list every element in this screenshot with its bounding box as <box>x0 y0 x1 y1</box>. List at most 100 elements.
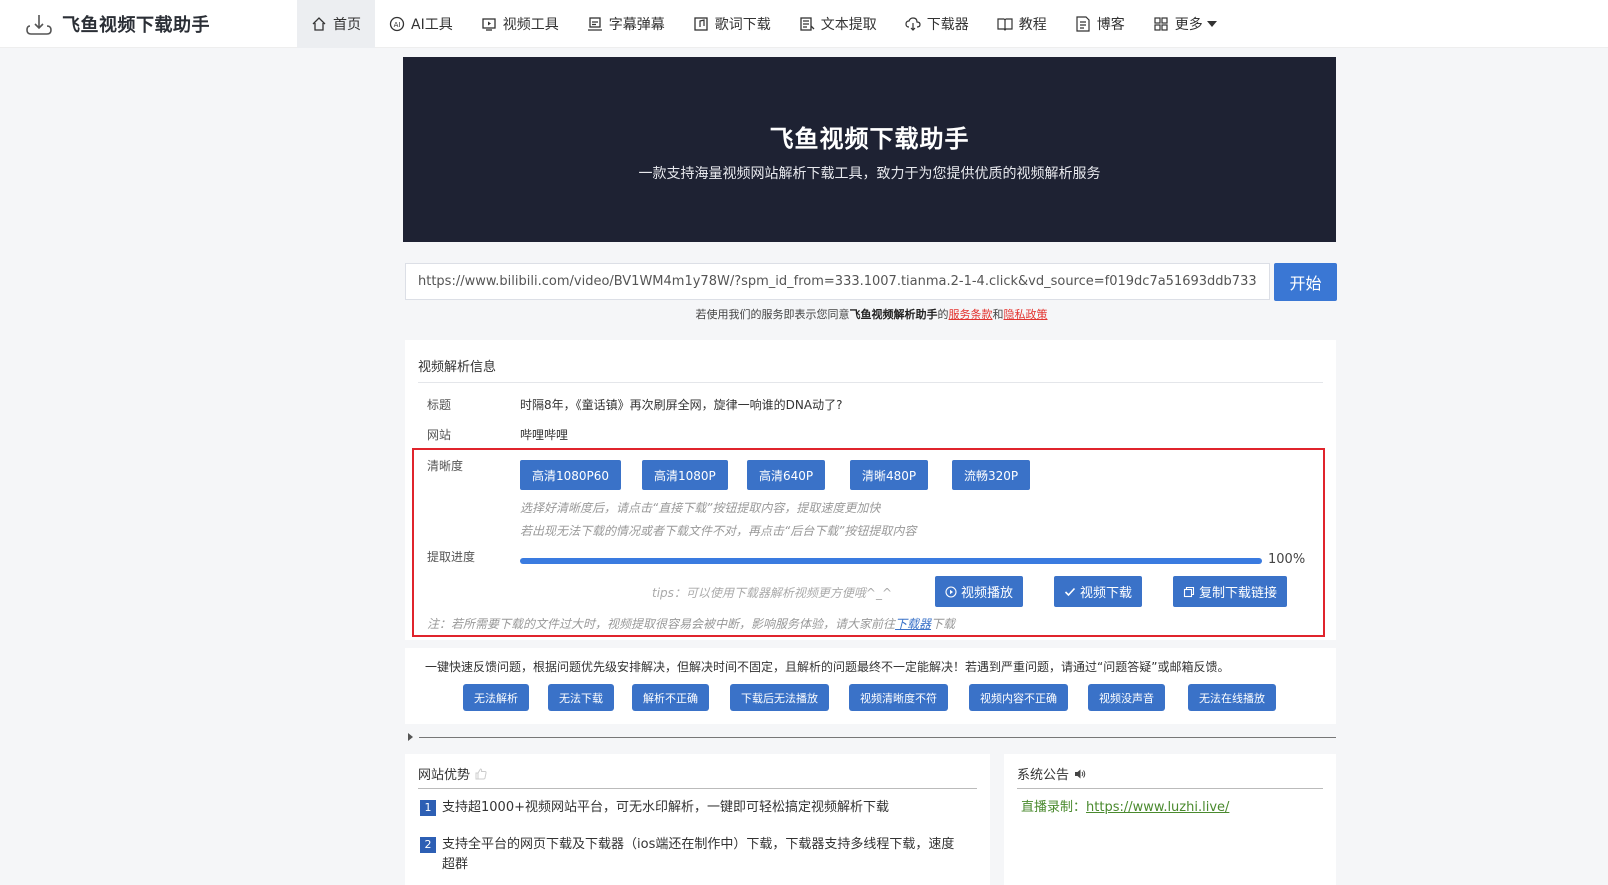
feedback-section: 一键快速反馈问题，根据问题优先级安排解决，但解决时间不固定，且解析的问题最终不一… <box>405 648 1336 724</box>
terms-and: 和 <box>992 308 1004 321</box>
thumbs-up-icon <box>475 767 487 779</box>
check-icon <box>1064 587 1076 596</box>
brand-logo[interactable]: 飞鱼视频下载助手 <box>26 11 210 37</box>
announcement-card: 系统公告 直播录制：https://www.luzhi.live/ <box>1004 754 1336 885</box>
announcement-title-text: 系统公告 <box>1017 768 1070 783</box>
terms-of-service-link[interactable]: 服务条款 <box>949 308 993 321</box>
list-item: 2 支持全平台的网页下载及下载器（ios端还在制作中）下载，下载器支持多线程下载… <box>420 835 960 875</box>
nav-label: 字幕弹幕 <box>608 17 665 33</box>
nav-item-tutorial[interactable]: 教程 <box>983 0 1061 48</box>
section-divider <box>419 737 1336 738</box>
blog-icon <box>1076 16 1090 32</box>
feedback-no-sound[interactable]: 视频没声音 <box>1088 684 1165 711</box>
subtitle-icon <box>587 17 602 31</box>
hero-banner: 飞鱼视频下载助手 一款支持海量视频网站解析下载工具，致力于为您提供优质的视频解析… <box>403 57 1336 242</box>
download-cloud-icon <box>26 15 52 35</box>
list-item-text: 支持全平台的网页下载及下载器（ios端还在制作中）下载，下载器支持多线程下载，速… <box>442 837 955 872</box>
note-suffix: 下载 <box>931 617 956 631</box>
list-item: 1 支持超1000+视频网站平台，可无水印解析，一键即可轻松搞定视频解析下载 <box>420 798 980 818</box>
advantages-title-text: 网站优势 <box>418 768 471 783</box>
copy-icon <box>1183 586 1195 597</box>
top-navbar: 飞鱼视频下载助手 首页 AI AI工具 视频工具 字幕弹幕 歌词下载 文本提取 <box>0 0 1608 48</box>
nav-item-text-extract[interactable]: 文本提取 <box>785 0 891 48</box>
feedback-quality-mismatch[interactable]: 视频清晰度不符 <box>849 684 948 711</box>
main-nav: 首页 AI AI工具 视频工具 字幕弹幕 歌词下载 文本提取 下载器 教程 博客… <box>297 0 1231 48</box>
brand-name: 飞鱼视频下载助手 <box>62 15 210 36</box>
terms-notice: 若使用我们的服务即表示您同意飞鱼视频解析助手的服务条款和隐私政策 <box>405 306 1338 322</box>
nav-item-ai-tools[interactable]: AI AI工具 <box>375 0 467 48</box>
nav-label: 下载器 <box>926 17 969 33</box>
hero-title: 飞鱼视频下载助手 <box>769 125 970 153</box>
url-input[interactable] <box>405 263 1270 300</box>
announcement-label: 直播录制： <box>1021 800 1087 815</box>
copy-link-button[interactable]: 复制下载链接 <box>1173 576 1288 607</box>
play-circle-icon <box>945 585 957 598</box>
privacy-policy-link[interactable]: 隐私政策 <box>1004 308 1048 321</box>
nav-label: AI工具 <box>411 17 453 33</box>
divider <box>418 382 1323 383</box>
nav-item-blog[interactable]: 博客 <box>1061 0 1139 48</box>
nav-label: 歌词下载 <box>714 17 771 33</box>
home-icon <box>312 17 326 31</box>
list-item-text: 支持超1000+视频网站平台，可无水印解析，一键即可轻松搞定视频解析下载 <box>442 800 889 815</box>
book-icon <box>997 18 1013 31</box>
quality-hint-2: 若出现无法下载的情况或者下载文件不对，再点击“后台下载”按钮提取内容 <box>520 524 917 538</box>
progress-fill <box>520 558 1262 564</box>
nav-label: 视频工具 <box>502 17 559 33</box>
quality-button-1080p60[interactable]: 高清1080P60 <box>520 460 622 490</box>
feedback-content-incorrect[interactable]: 视频内容不正确 <box>969 684 1068 711</box>
terms-brand: 飞鱼视频解析助手 <box>849 308 938 321</box>
nav-label: 首页 <box>333 17 361 33</box>
advantages-card: 网站优势 1 支持超1000+视频网站平台，可无水印解析，一键即可轻松搞定视频解… <box>405 754 990 885</box>
collapse-arrow-icon[interactable] <box>408 733 413 741</box>
nav-label: 博客 <box>1096 17 1125 33</box>
feedback-cannot-play-online[interactable]: 无法在线播放 <box>1188 684 1276 711</box>
note-prefix: 注：若所需要下载的文件过大时，视频提取很容易会被中断，影响服务体验，请大家前往 <box>427 617 896 631</box>
announcement-link[interactable]: https://www.luzhi.live/ <box>1086 800 1229 815</box>
progress-percent: 100% <box>1268 552 1306 567</box>
download-video-label: 视频下载 <box>1080 586 1133 601</box>
nav-item-home[interactable]: 首页 <box>297 0 375 48</box>
feedback-cannot-play[interactable]: 下载后无法播放 <box>730 684 829 711</box>
svg-text:AI: AI <box>394 21 401 29</box>
video-icon <box>482 18 496 31</box>
quality-hint-1: 选择好清晰度后，请点击“直接下载”按钮提取内容，提取速度更加快 <box>520 501 881 515</box>
chevron-down-icon <box>1206 21 1217 27</box>
speaker-icon <box>1075 769 1086 778</box>
lyrics-icon <box>694 17 708 31</box>
play-video-button[interactable]: 视频播放 <box>935 576 1024 607</box>
quality-button-1080p[interactable]: 高清1080P <box>642 460 728 490</box>
feedback-text: 一键快速反馈问题，根据问题优先级安排解决，但解决时间不固定，且解析的问题最终不一… <box>425 660 1230 674</box>
divider <box>1017 788 1323 789</box>
progress-bar <box>520 558 1262 564</box>
announcement-title: 系统公告 <box>1017 764 1086 783</box>
nav-item-more[interactable]: 更多 <box>1139 0 1231 48</box>
nav-label: 教程 <box>1018 17 1047 33</box>
panel-title: 视频解析信息 <box>418 360 497 375</box>
feedback-cannot-parse[interactable]: 无法解析 <box>463 684 529 711</box>
nav-label: 文本提取 <box>820 17 877 33</box>
start-button[interactable]: 开始 <box>1274 263 1337 301</box>
nav-item-subtitles[interactable]: 字幕弹幕 <box>573 0 679 48</box>
download-video-button[interactable]: 视频下载 <box>1054 576 1143 607</box>
note-text: 注：若所需要下载的文件过大时，视频提取很容易会被中断，影响服务体验，请大家前往下… <box>427 615 955 632</box>
terms-mid: 的 <box>937 308 949 321</box>
quality-button-320p[interactable]: 流畅320P <box>952 460 1031 490</box>
site-label: 网站 <box>427 428 452 442</box>
title-label: 标题 <box>427 398 452 412</box>
grid-icon <box>1154 17 1168 31</box>
quality-button-640p[interactable]: 高清640P <box>747 460 826 490</box>
cloud-download-icon <box>905 17 921 31</box>
divider <box>418 788 977 789</box>
text-icon <box>800 17 815 31</box>
feedback-cannot-download[interactable]: 无法下载 <box>548 684 614 711</box>
feedback-parse-incorrect[interactable]: 解析不正确 <box>632 684 709 711</box>
title-value: 时隔8年，《童话镇》再次刷屏全网，旋律一响谁的DNA动了? <box>520 398 843 412</box>
nav-item-downloader[interactable]: 下载器 <box>891 0 983 48</box>
play-video-label: 视频播放 <box>961 586 1014 601</box>
quality-button-480p[interactable]: 清晰480P <box>850 460 929 490</box>
nav-item-video-tools[interactable]: 视频工具 <box>467 0 573 48</box>
nav-item-lyrics[interactable]: 歌词下载 <box>679 0 785 48</box>
copy-link-label: 复制下载链接 <box>1199 586 1278 601</box>
downloader-link[interactable]: 下载器 <box>895 617 931 631</box>
